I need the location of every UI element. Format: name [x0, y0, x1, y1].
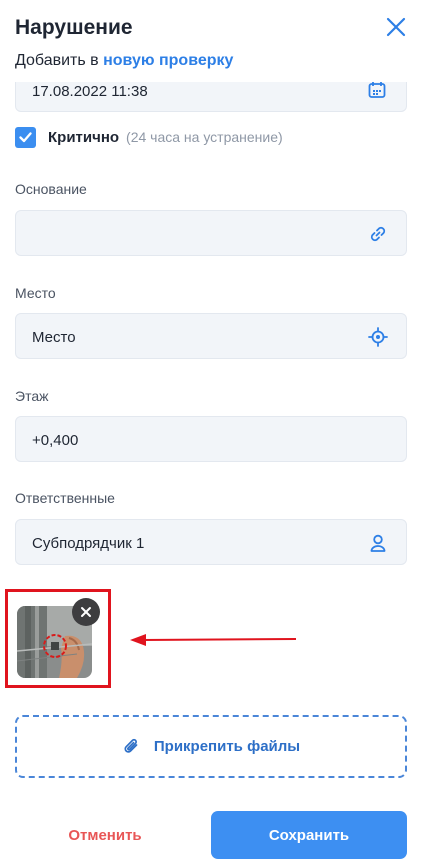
- paperclip-icon: [124, 738, 138, 753]
- critical-label: Критично: [48, 128, 120, 146]
- subtitle-prefix: Добавить в: [15, 52, 104, 69]
- save-button[interactable]: Сохранить: [211, 811, 407, 859]
- user-icon[interactable]: [368, 533, 388, 553]
- floor-label: Этаж: [15, 388, 49, 404]
- page-title: Нарушение: [15, 16, 133, 39]
- floor-field[interactable]: +0,400: [15, 416, 407, 462]
- close-icon[interactable]: [72, 598, 100, 626]
- attachment-highlight-frame: [5, 589, 111, 688]
- place-value: Место: [32, 329, 76, 346]
- basis-label: Основание: [15, 181, 87, 197]
- floor-value: +0,400: [32, 432, 79, 449]
- responsible-field[interactable]: Субподрядчик 1: [15, 519, 407, 565]
- date-value: 17.08.2022 11:38: [32, 83, 148, 100]
- location-target-icon[interactable]: [368, 327, 388, 347]
- critical-hint: (24 часа на устранение): [126, 129, 283, 145]
- responsible-value: Субподрядчик 1: [32, 535, 145, 552]
- critical-checkbox[interactable]: [15, 126, 36, 148]
- cancel-button[interactable]: Отменить: [15, 811, 195, 859]
- modal-header: Нарушение Добавить в новую проверку: [0, 0, 425, 82]
- close-icon[interactable]: [385, 16, 407, 38]
- calendar-icon[interactable]: [368, 81, 386, 99]
- critical-row: Критично (24 часа на устранение): [15, 126, 283, 148]
- place-label: Место: [15, 285, 56, 301]
- attach-files-label: Прикрепить файлы: [153, 738, 301, 755]
- new-inspection-link[interactable]: новую проверку: [103, 52, 233, 69]
- place-field[interactable]: Место: [15, 313, 407, 359]
- attach-files-button[interactable]: Прикрепить файлы: [15, 715, 407, 778]
- annotation-arrow-icon: [130, 634, 297, 646]
- subtitle: Добавить в новую проверку: [15, 52, 233, 70]
- check-icon: [19, 131, 32, 142]
- basis-field[interactable]: [15, 210, 407, 256]
- link-icon[interactable]: [368, 224, 388, 244]
- responsible-label: Ответственные: [15, 490, 115, 506]
